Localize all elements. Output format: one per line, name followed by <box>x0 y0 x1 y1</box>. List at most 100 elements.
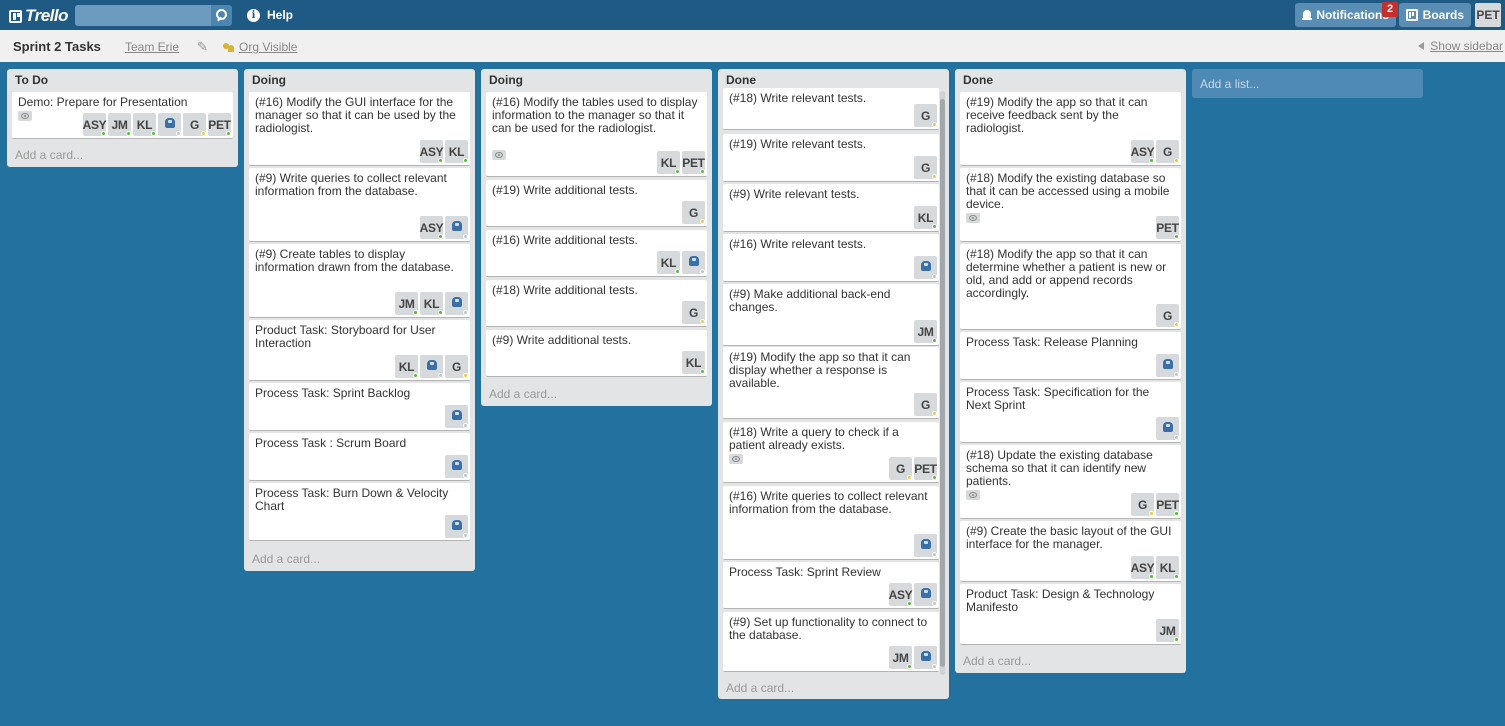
member-avatar[interactable]: ASY <box>83 113 107 136</box>
add-card-button[interactable]: Add a card... <box>726 681 794 695</box>
member-avatar[interactable]: PET <box>914 457 937 480</box>
notifications-button[interactable]: Notifications <box>1295 3 1396 27</box>
card[interactable]: Process Task: Burn Down & Velocity Chart <box>249 483 470 541</box>
card[interactable]: (#16) Modify the GUI interface for the m… <box>249 92 470 166</box>
card[interactable]: (#9) Create tables to display informatio… <box>249 244 470 318</box>
member-avatar[interactable]: ASY <box>1131 140 1155 163</box>
member-avatar-robot-icon[interactable] <box>914 646 937 669</box>
member-avatar-robot-icon[interactable] <box>420 355 443 378</box>
trello-logo[interactable]: Trello <box>9 6 68 26</box>
board-title[interactable]: Sprint 2 Tasks <box>13 39 101 54</box>
team-link[interactable]: Team Erie <box>125 40 179 54</box>
card[interactable]: (#9) Write queries to collect relevant i… <box>249 168 470 242</box>
member-avatar[interactable]: G <box>183 113 206 136</box>
member-avatar-robot-icon[interactable] <box>158 113 181 136</box>
member-avatar[interactable]: G <box>445 355 468 378</box>
list-title[interactable]: Done <box>963 73 993 87</box>
member-avatar[interactable]: KL <box>395 355 418 378</box>
card[interactable]: Process Task: Sprint Review ASY <box>723 562 939 609</box>
member-avatar[interactable]: G <box>1131 493 1154 516</box>
add-list-input[interactable]: Add a list... <box>1192 69 1423 98</box>
card[interactable]: (#9) Write relevant tests. KL <box>723 184 939 232</box>
member-avatar-robot-icon[interactable] <box>445 515 468 538</box>
member-avatar[interactable]: JM <box>1156 619 1179 642</box>
member-avatar[interactable]: KL <box>1156 556 1179 579</box>
card[interactable]: (#18) Modify the existing database so th… <box>960 168 1181 242</box>
member-avatar[interactable]: KL <box>914 206 937 229</box>
card[interactable]: (#19) Write relevant tests. G <box>723 134 939 182</box>
member-avatar-robot-icon[interactable] <box>445 292 468 315</box>
search-input[interactable] <box>75 5 211 26</box>
member-avatar[interactable]: G <box>914 393 937 416</box>
member-avatar-robot-icon[interactable] <box>1156 354 1179 377</box>
card[interactable]: (#19) Write additional tests. G <box>486 180 707 227</box>
member-avatar[interactable]: G <box>682 301 705 324</box>
card[interactable]: (#9) Create the basic layout of the GUI … <box>960 521 1181 582</box>
card[interactable]: Process Task: Specification for the Next… <box>960 382 1181 443</box>
member-avatar[interactable]: PET <box>682 151 705 174</box>
visibility-link[interactable]: Org Visible <box>223 40 297 54</box>
search-icon[interactable] <box>211 5 232 26</box>
member-avatar-robot-icon[interactable] <box>445 216 468 239</box>
card[interactable]: (#16) Modify the tables used to display … <box>486 92 707 177</box>
card[interactable]: (#16) Write additional tests. KL <box>486 230 707 277</box>
member-avatar-robot-icon[interactable] <box>914 256 937 279</box>
member-avatar[interactable]: KL <box>657 151 680 174</box>
pencil-icon[interactable]: ✎ <box>197 39 208 55</box>
card[interactable]: (#18) Update the existing database schem… <box>960 445 1181 519</box>
member-avatar[interactable]: KL <box>682 351 705 374</box>
member-avatar[interactable]: G <box>682 201 705 224</box>
member-avatar[interactable]: JM <box>395 292 418 315</box>
card[interactable]: Process Task : Scrum Board <box>249 433 470 481</box>
list-title[interactable]: Done <box>726 73 756 87</box>
member-avatar[interactable]: G <box>1156 140 1179 163</box>
list-title[interactable]: Doing <box>489 73 523 87</box>
member-avatar[interactable]: ASY <box>889 583 913 606</box>
list-scrollbar[interactable] <box>940 91 945 675</box>
member-avatar[interactable]: G <box>914 156 937 179</box>
member-avatar[interactable]: KL <box>133 113 156 136</box>
member-avatar[interactable]: G <box>914 104 937 127</box>
card[interactable]: Process Task: Sprint Backlog <box>249 383 470 431</box>
card[interactable]: Process Task: Release Planning <box>960 332 1181 380</box>
member-avatar[interactable]: KL <box>420 292 443 315</box>
card[interactable]: (#18) Modify the app so that it can dete… <box>960 244 1181 330</box>
add-card-button[interactable]: Add a card... <box>15 148 83 162</box>
card[interactable]: (#9) Make additional back-end changes. JM <box>723 284 939 346</box>
member-avatar[interactable]: JM <box>914 320 937 343</box>
member-avatar[interactable]: ASY <box>420 216 444 239</box>
help-button[interactable]: i Help <box>247 8 293 22</box>
member-avatar-robot-icon[interactable] <box>445 405 468 428</box>
member-avatar[interactable]: KL <box>445 140 468 163</box>
add-card-button[interactable]: Add a card... <box>252 552 320 566</box>
member-avatar-robot-icon[interactable] <box>914 534 937 557</box>
card[interactable]: (#19) Modify the app so that it can disp… <box>723 347 939 419</box>
member-avatar[interactable]: ASY <box>1131 556 1155 579</box>
add-card-button[interactable]: Add a card... <box>489 387 557 401</box>
card[interactable]: (#18) Write a query to check if a patien… <box>723 422 939 483</box>
card[interactable]: Product Task: Storyboard for User Intera… <box>249 320 470 381</box>
member-avatar[interactable]: ASY <box>420 140 444 163</box>
card[interactable]: (#16) Write queries to collect relevant … <box>723 486 939 560</box>
card[interactable]: (#16) Write relevant tests. <box>723 234 939 282</box>
card[interactable]: Demo: Prepare for Presentation ASY JM KL G PE… <box>12 92 233 139</box>
member-avatar[interactable]: JM <box>889 646 912 669</box>
card[interactable]: (#18) Write relevant tests. G <box>723 88 939 130</box>
member-avatar[interactable]: JM <box>108 113 131 136</box>
scrollbar-thumb[interactable] <box>940 99 945 667</box>
member-avatar-robot-icon[interactable] <box>445 455 468 478</box>
card[interactable]: (#19) Modify the app so that it can rece… <box>960 92 1181 166</box>
card[interactable]: (#9) Write additional tests. KL <box>486 330 707 377</box>
card[interactable]: (#9) Set up functionality to connect to … <box>723 612 939 672</box>
member-avatar[interactable]: PET <box>1156 493 1179 516</box>
user-avatar[interactable]: PET <box>1475 3 1501 27</box>
card[interactable]: Product Task: Design & Technology Manife… <box>960 584 1181 645</box>
member-avatar[interactable]: KL <box>657 251 680 274</box>
member-avatar[interactable]: G <box>889 457 912 480</box>
list-title[interactable]: To Do <box>15 73 48 87</box>
member-avatar[interactable]: PET <box>1156 216 1179 239</box>
boards-button[interactable]: Boards <box>1399 3 1471 27</box>
card[interactable]: (#18) Write additional tests. G <box>486 280 707 327</box>
member-avatar-robot-icon[interactable] <box>682 251 705 274</box>
list-title[interactable]: Doing <box>252 73 286 87</box>
